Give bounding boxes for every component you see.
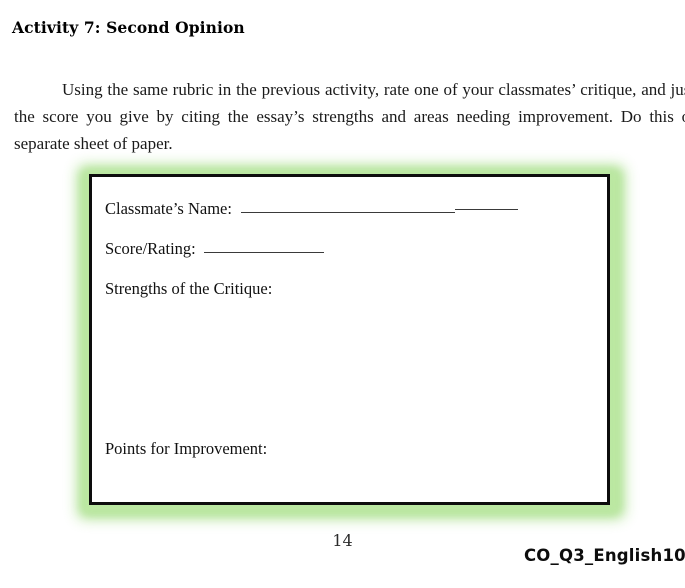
activity-instruction-paragraph: Using the same rubric in the previous ac…	[14, 80, 685, 153]
document-page: Activity 7: Second Opinion Using the sam…	[0, 0, 685, 588]
field-label-classmate-name: Classmate’s Name:	[105, 199, 232, 218]
field-points-for-improvement: Points for Improvement:	[105, 439, 267, 459]
classmate-name-write-line-1[interactable]	[240, 212, 455, 213]
field-label-points-for-improvement: Points for Improvement:	[105, 439, 268, 458]
field-score-rating: Score/Rating:	[105, 239, 324, 259]
document-code: CO_Q3_English10_ M	[524, 546, 685, 565]
score-rating-write-line[interactable]	[203, 252, 324, 253]
field-strengths: Strengths of the Critique:	[105, 279, 272, 299]
field-classmate-name: Classmate’s Name:	[105, 199, 518, 219]
field-label-score-rating: Score/Rating:	[105, 239, 196, 258]
activity-title: Activity 7: Second Opinion	[12, 18, 245, 37]
field-label-strengths: Strengths of the Critique:	[105, 279, 273, 298]
classmate-name-write-line-2[interactable]	[454, 209, 518, 210]
answer-box-container: Classmate’s Name: Score/Rating: Strength…	[78, 166, 624, 518]
answer-box: Classmate’s Name: Score/Rating: Strength…	[89, 174, 610, 505]
